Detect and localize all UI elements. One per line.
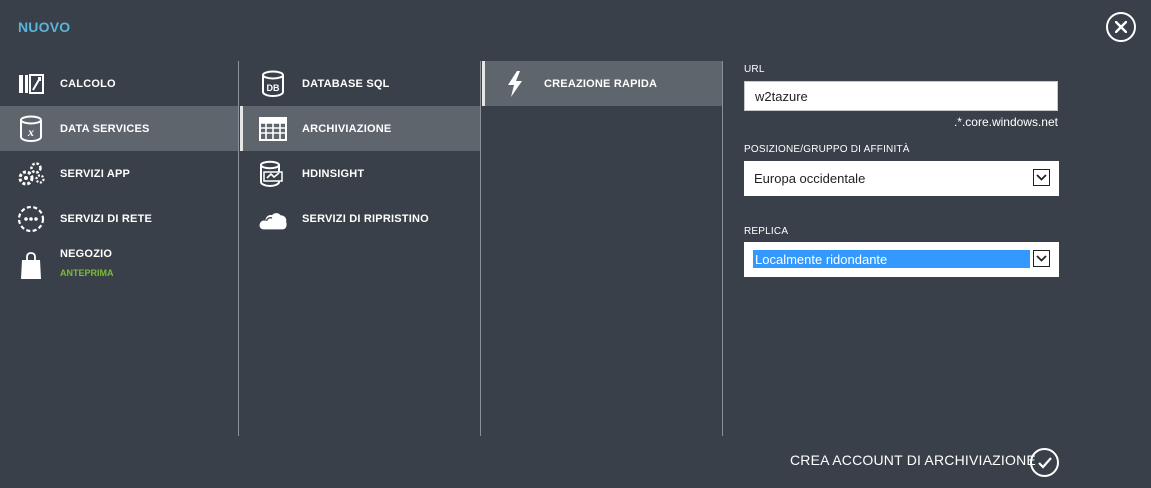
category-label: DATA SERVICES: [60, 122, 150, 135]
create-storage-account-label[interactable]: CREA ACCOUNT DI ARCHIVIAZIONE: [790, 452, 1036, 468]
create-option-creazione-rapida[interactable]: CREAZIONE RAPIDA: [482, 61, 722, 106]
category-label: SERVIZI APP: [60, 167, 131, 180]
create-option-label: CREAZIONE RAPIDA: [544, 77, 658, 90]
category-item-servizi-di-rete[interactable]: SERVIZI DI RETE: [0, 196, 238, 241]
replica-select[interactable]: Localmente ridondante: [744, 242, 1059, 277]
service-item-hdinsight[interactable]: HDINSIGHT: [240, 151, 480, 196]
chevron-down-icon: [1033, 250, 1050, 267]
column-divider: [238, 61, 239, 436]
database-icon: DB: [258, 69, 288, 99]
storage-grid-icon: [258, 114, 288, 144]
category-label: SERVIZI DI RETE: [60, 212, 153, 225]
url-value: w2tazure: [755, 88, 808, 104]
location-value: Europa occidentale: [754, 171, 866, 186]
url-input[interactable]: w2tazure: [744, 81, 1058, 111]
category-label: CALCOLO: [60, 77, 116, 90]
category-item-data-services[interactable]: x DATA SERVICES: [0, 106, 238, 151]
cloud-icon: [258, 204, 288, 234]
shopping-bag-icon: [16, 251, 46, 281]
service-label: SERVIZI DI RIPRISTINO: [302, 212, 429, 225]
service-label: HDINSIGHT: [302, 167, 365, 180]
create-option-list: CREAZIONE RAPIDA: [482, 61, 722, 106]
create-confirm-button[interactable]: [1030, 448, 1059, 477]
lightning-icon: [500, 69, 530, 99]
replica-value: Localmente ridondante: [753, 250, 1030, 268]
service-item-archiviazione[interactable]: ARCHIVIAZIONE: [240, 106, 480, 151]
category-label: NEGOZIO: [60, 248, 113, 260]
url-label: URL: [744, 64, 765, 75]
column-divider: [722, 61, 723, 436]
page-title: NUOVO: [18, 19, 71, 35]
chevron-down-icon: [1033, 169, 1050, 186]
gears-icon: [16, 159, 46, 189]
data-services-icon: x: [16, 114, 46, 144]
location-label: POSIZIONE/GRUPPO DI AFFINITÀ: [744, 144, 910, 155]
column-divider: [480, 61, 481, 436]
service-item-database-sql[interactable]: DB DATABASE SQL: [240, 61, 480, 106]
service-item-servizi-di-ripristino[interactable]: SERVIZI DI RIPRISTINO: [240, 196, 480, 241]
category-item-negozio[interactable]: NEGOZIO ANTEPRIMA: [0, 241, 238, 286]
close-icon: [1115, 21, 1127, 33]
compute-icon: [16, 69, 46, 99]
url-suffix: .*.core.windows.net: [953, 115, 1058, 129]
svg-text:DB: DB: [267, 83, 280, 93]
hdinsight-icon: [258, 159, 288, 189]
network-icon: [16, 204, 46, 234]
location-select[interactable]: Europa occidentale: [744, 161, 1059, 196]
category-item-calcolo[interactable]: CALCOLO: [0, 61, 238, 106]
preview-badge: ANTEPRIMA: [60, 268, 114, 278]
service-label: DATABASE SQL: [302, 77, 390, 90]
category-item-servizi-app[interactable]: SERVIZI APP: [0, 151, 238, 196]
service-label: ARCHIVIAZIONE: [302, 122, 392, 135]
close-button[interactable]: [1106, 12, 1136, 42]
replica-label: REPLICA: [744, 226, 789, 237]
category-list: CALCOLO x DATA SERVICES SERVIZI APP SERV…: [0, 61, 238, 286]
svg-text:x: x: [27, 125, 34, 139]
service-list: DB DATABASE SQL ARCHIVIAZIONE HDINSIGHT …: [240, 61, 480, 241]
checkmark-icon: [1037, 456, 1052, 469]
